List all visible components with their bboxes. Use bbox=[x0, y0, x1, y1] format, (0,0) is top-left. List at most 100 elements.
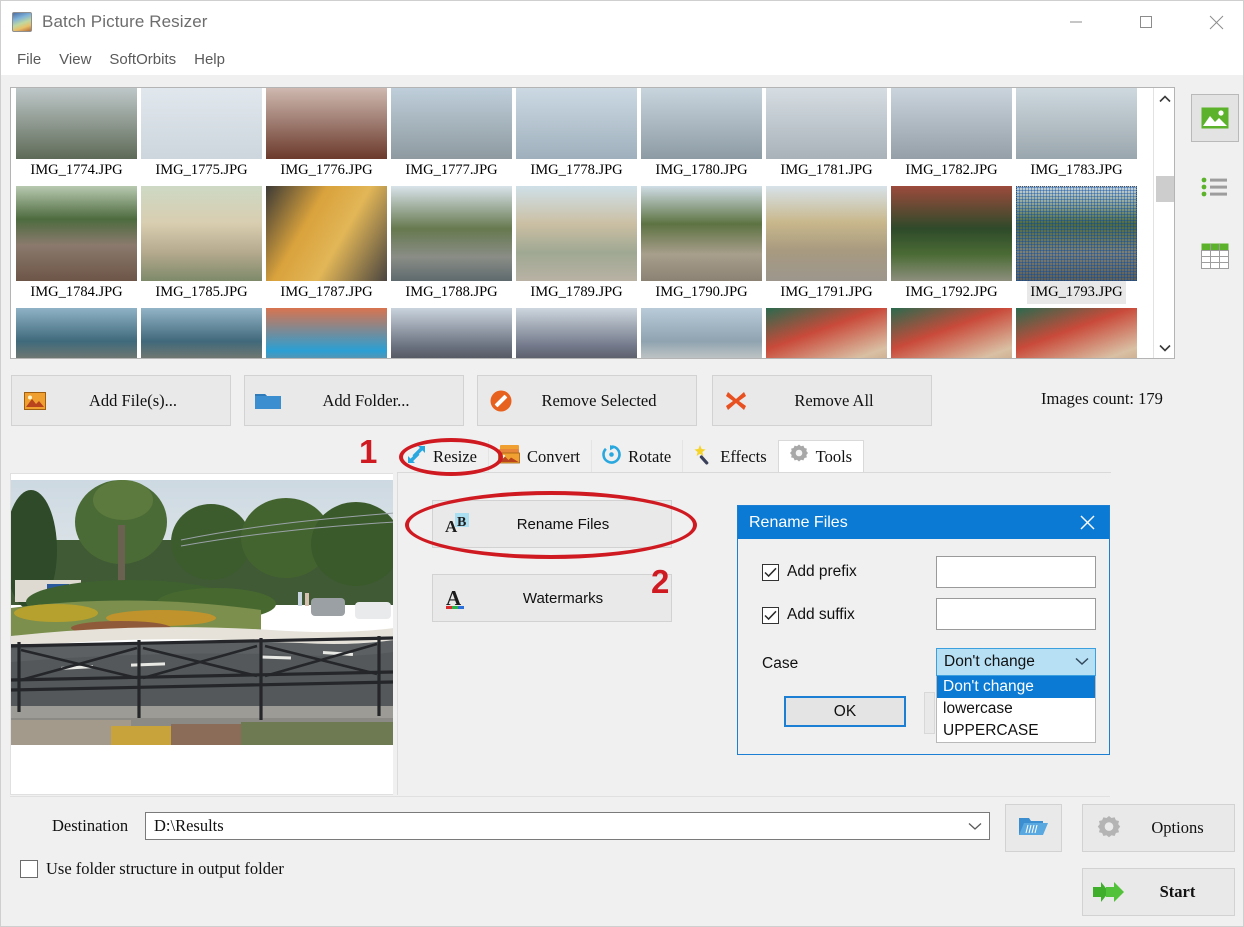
thumbnail-image[interactable] bbox=[516, 88, 637, 159]
thumbnail-image[interactable] bbox=[766, 88, 887, 159]
list-item[interactable]: IMG_1790.JPG bbox=[639, 186, 764, 308]
suffix-input[interactable] bbox=[936, 598, 1096, 630]
thumbnail-image[interactable] bbox=[766, 308, 887, 358]
tab-tools[interactable]: Tools bbox=[777, 440, 865, 473]
tab-rotate[interactable]: Rotate bbox=[591, 440, 683, 473]
options-button[interactable]: Options bbox=[1082, 804, 1235, 852]
case-option-lowercase[interactable]: lowercase bbox=[937, 698, 1095, 720]
thumbnail-image[interactable] bbox=[141, 186, 262, 281]
thumbnail-image[interactable] bbox=[266, 186, 387, 281]
use-folder-structure-checkbox[interactable] bbox=[20, 860, 38, 878]
use-folder-structure-checkbox-row[interactable]: Use folder structure in output folder bbox=[20, 859, 284, 879]
list-item[interactable]: IMG_1789.JPG bbox=[514, 186, 639, 308]
maximize-button[interactable] bbox=[1123, 1, 1169, 43]
ok-button[interactable]: OK bbox=[784, 696, 906, 727]
prefix-input[interactable] bbox=[936, 556, 1096, 588]
tab-resize[interactable]: Resize bbox=[397, 440, 488, 473]
list-item[interactable]: IMG_1788.JPG bbox=[389, 186, 514, 308]
thumbnail-image[interactable] bbox=[1016, 88, 1137, 159]
list-item[interactable]: IMG_1777.JPG bbox=[389, 88, 514, 186]
list-item[interactable]: IMG_1794.JPG bbox=[14, 308, 139, 358]
list-item[interactable]: IMG_1783.JPG bbox=[1014, 88, 1139, 186]
thumbnail-image[interactable] bbox=[391, 308, 512, 358]
case-option-uppercase[interactable]: UPPERCASE bbox=[937, 720, 1095, 742]
tab-convert[interactable]: Convert bbox=[487, 440, 592, 473]
thumbnail-view-icon[interactable] bbox=[1191, 94, 1239, 142]
thumbnail-list-panel[interactable]: IMG_1774.JPG IMG_1775.JPG IMG_1776.JPG I… bbox=[10, 87, 1175, 359]
case-combobox[interactable]: Don't change bbox=[936, 648, 1096, 676]
list-item[interactable]: IMG_1787.JPG bbox=[264, 186, 389, 308]
list-item[interactable]: IMG_1781.JPG bbox=[764, 88, 889, 186]
thumbnail-image[interactable] bbox=[891, 186, 1012, 281]
list-item[interactable]: IMG_1801.JPG bbox=[764, 308, 889, 358]
list-item[interactable]: IMG_1791.JPG bbox=[764, 186, 889, 308]
minimize-button[interactable] bbox=[1053, 1, 1099, 43]
list-item[interactable]: IMG_1782.JPG bbox=[889, 88, 1014, 186]
list-item[interactable]: IMG_1802.JPG bbox=[889, 308, 1014, 358]
thumbnail-image[interactable] bbox=[141, 88, 262, 159]
rename-files-button[interactable]: A B Rename Files bbox=[432, 500, 672, 548]
chevron-down-icon[interactable] bbox=[968, 816, 982, 836]
watermarks-button[interactable]: A Watermarks bbox=[432, 574, 672, 622]
menu-item-help[interactable]: Help bbox=[185, 48, 234, 71]
thumbnail-image[interactable] bbox=[891, 308, 1012, 358]
scroll-up-icon[interactable] bbox=[1154, 88, 1174, 109]
thumbnail-image[interactable] bbox=[891, 88, 1012, 159]
thumbnail-image[interactable] bbox=[16, 88, 137, 159]
destination-combobox[interactable]: D:\Results bbox=[145, 812, 990, 840]
thumbnail-image[interactable] bbox=[16, 186, 137, 281]
list-item[interactable]: IMG_1778.JPG bbox=[514, 88, 639, 186]
add-suffix-checkbox[interactable] bbox=[762, 606, 779, 624]
add-prefix-row[interactable]: Add prefix bbox=[762, 563, 857, 581]
list-item[interactable]: IMG_1785.JPG bbox=[139, 186, 264, 308]
start-button[interactable]: Start bbox=[1082, 868, 1235, 916]
list-item[interactable]: IMG_1800.JPG bbox=[639, 308, 764, 358]
list-item[interactable]: IMG_1792.JPG bbox=[889, 186, 1014, 308]
thumbnail-image[interactable] bbox=[266, 308, 387, 358]
thumbnail-image[interactable] bbox=[141, 308, 262, 358]
list-item[interactable]: IMG_1803.JPG bbox=[1014, 308, 1139, 358]
scrollbar-thumb[interactable] bbox=[1156, 176, 1174, 202]
case-option-dont-change[interactable]: Don't change bbox=[937, 676, 1095, 698]
add-folder-button[interactable]: Add Folder... bbox=[244, 375, 464, 426]
details-view-icon[interactable] bbox=[1191, 232, 1239, 280]
add-prefix-checkbox[interactable] bbox=[762, 563, 779, 581]
list-item[interactable]: IMG_1795.JPG bbox=[139, 308, 264, 358]
thumbnail-scrollbar[interactable] bbox=[1153, 88, 1174, 358]
list-item[interactable]: IMG_1780.JPG bbox=[639, 88, 764, 186]
thumbnail-image[interactable] bbox=[641, 88, 762, 159]
browse-folder-button[interactable] bbox=[1005, 804, 1062, 852]
list-item[interactable]: IMG_1776.JPG bbox=[264, 88, 389, 186]
thumbnail-image[interactable] bbox=[391, 88, 512, 159]
menu-item-softorbits[interactable]: SoftOrbits bbox=[100, 48, 185, 71]
thumbnail-image[interactable] bbox=[1016, 186, 1137, 281]
list-item[interactable]: IMG_1774.JPG bbox=[14, 88, 139, 186]
scroll-down-icon[interactable] bbox=[1154, 337, 1174, 358]
thumbnail-image[interactable] bbox=[516, 308, 637, 358]
close-button[interactable] bbox=[1193, 1, 1239, 43]
list-view-icon[interactable] bbox=[1191, 163, 1239, 211]
list-item[interactable]: IMG_1798.JPG bbox=[514, 308, 639, 358]
tab-effects[interactable]: Effects bbox=[682, 440, 778, 473]
list-item[interactable]: IMG_1793.JPG bbox=[1014, 186, 1139, 308]
dialog-scrollbar-stub[interactable] bbox=[924, 692, 935, 734]
remove-selected-button[interactable]: Remove Selected bbox=[477, 375, 697, 426]
thumbnail-image[interactable] bbox=[266, 88, 387, 159]
menu-item-file[interactable]: File bbox=[8, 48, 50, 71]
thumbnail-image[interactable] bbox=[516, 186, 637, 281]
add-files-button[interactable]: Add File(s)... bbox=[11, 375, 231, 426]
list-item[interactable]: IMG_1796.JPG bbox=[264, 308, 389, 358]
thumbnail-image[interactable] bbox=[766, 186, 887, 281]
thumbnail-image[interactable] bbox=[391, 186, 512, 281]
list-item[interactable]: IMG_1784.JPG bbox=[14, 186, 139, 308]
menu-item-view[interactable]: View bbox=[50, 48, 100, 71]
thumbnail-image[interactable] bbox=[16, 308, 137, 358]
thumbnail-image[interactable] bbox=[1016, 308, 1137, 358]
add-suffix-row[interactable]: Add suffix bbox=[762, 606, 855, 624]
thumbnail-image[interactable] bbox=[641, 308, 762, 358]
case-dropdown-list[interactable]: Don't change lowercase UPPERCASE bbox=[936, 676, 1096, 743]
thumbnail-image[interactable] bbox=[641, 186, 762, 281]
remove-all-button[interactable]: Remove All bbox=[712, 375, 932, 426]
list-item[interactable]: IMG_1775.JPG bbox=[139, 88, 264, 186]
dialog-close-icon[interactable] bbox=[1070, 509, 1104, 537]
